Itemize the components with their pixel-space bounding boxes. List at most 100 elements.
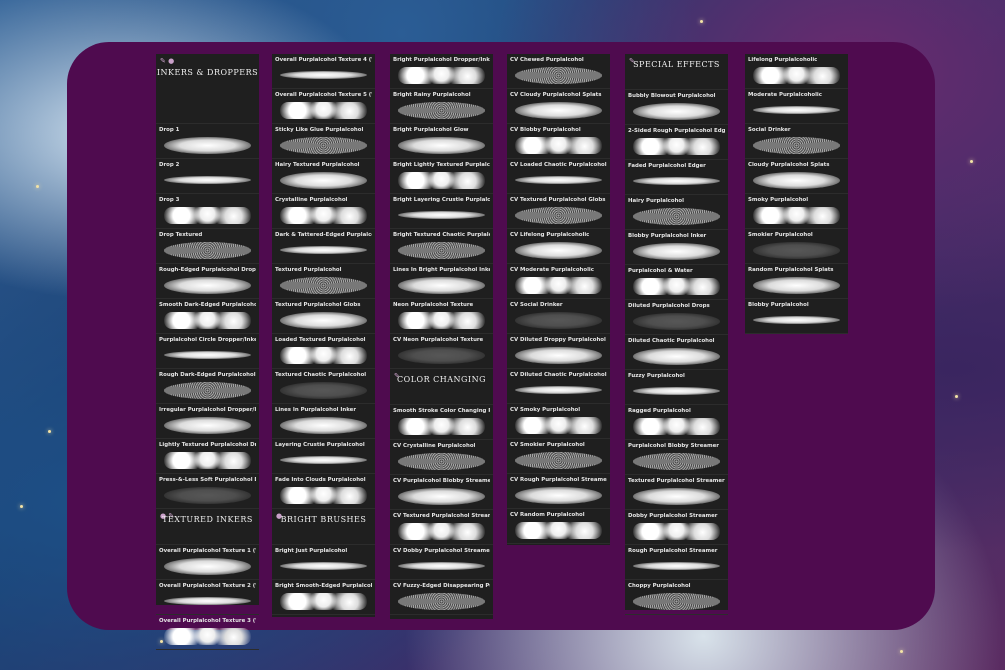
brush-tile[interactable]: Drop 1 (156, 124, 259, 159)
brush-stroke-preview (398, 453, 485, 470)
brush-tile[interactable]: Bright Textured Chaotic Purplalcohol (390, 229, 493, 264)
brush-stroke-preview (164, 558, 251, 575)
brush-tile[interactable]: Layering Crustie Purplalcohol (272, 439, 375, 474)
brush-tile[interactable]: CV Loaded Chaotic Purplalcohol (507, 159, 610, 194)
brush-tile[interactable]: CV Blobby Purplalcohol (507, 124, 610, 159)
brush-tile[interactable]: Overall Purplalcohol Texture 2 (White) (156, 580, 259, 615)
brush-tile[interactable]: Smooth Stroke Color Changing Purplalcoho… (390, 405, 493, 440)
brush-tile[interactable]: CV Crystalline Purplalcohol (390, 440, 493, 475)
brush-tile[interactable]: Bright Purplalcohol Dropper/Inker (390, 54, 493, 89)
brush-tile[interactable]: CV Moderate Purplalcoholic (507, 264, 610, 299)
brush-stroke-preview (753, 106, 840, 114)
brush-tile[interactable]: Dobby Purplalcohol Streamer (625, 510, 728, 545)
brush-name: CV Fuzzy-Edged Disappearing Purplalcohol (393, 583, 490, 589)
brush-tile[interactable]: Overall Purplalcohol Texture 1 (White) (156, 545, 259, 580)
brush-tile[interactable]: CV Social Drinker (507, 299, 610, 334)
brush-tile[interactable]: Bright Smooth-Edged Purplalcohol Dropper (272, 580, 375, 615)
brush-tile[interactable]: Textured Chaotic Purplalcohol (272, 369, 375, 404)
brush-tile[interactable]: Smoky Purplalcohol (745, 194, 848, 229)
brush-tile[interactable]: Textured Purplalcohol (272, 264, 375, 299)
brush-tile[interactable]: Blobby Purplalcohol (745, 299, 848, 334)
brush-tile[interactable]: Moderate Purplalcoholic (745, 89, 848, 124)
brush-tile[interactable]: Crystalline Purplalcohol (272, 194, 375, 229)
brush-tile[interactable]: CV Random Purplalcohol (507, 509, 610, 544)
brush-tile[interactable]: Bubbly Blowout Purplalcohol (625, 90, 728, 125)
brush-tile[interactable]: Cloudy Purplalcohol Splats (745, 159, 848, 194)
brush-name: Textured Purplalcohol Globs (275, 302, 361, 308)
brush-tile[interactable]: Drop 2 (156, 159, 259, 194)
brush-tile[interactable]: Overall Purplalcohol Texture 4 (White) (272, 54, 375, 89)
brush-tile[interactable]: Purplalcohol Blobby Streamer (625, 440, 728, 475)
brush-tile[interactable]: Hairy Purplalcohol (625, 195, 728, 230)
brush-tile[interactable]: Irregular Purplalcohol Dropper/Inker (156, 404, 259, 439)
brush-name: Bright Textured Chaotic Purplalcohol (393, 232, 490, 238)
brush-stroke-preview (164, 382, 251, 399)
brush-name: Faded Purplalcohol Edger (628, 163, 706, 169)
brush-tile[interactable]: CV Cloudy Purplalcohol Splats (507, 89, 610, 124)
brush-tile[interactable]: Loaded Textured Purplalcohol (272, 334, 375, 369)
brush-tile[interactable]: Textured Purplalcohol Streamer (625, 475, 728, 510)
brush-tile[interactable]: Textured Purplalcohol Globs (272, 299, 375, 334)
brush-stroke-preview (280, 487, 367, 504)
brush-tile[interactable]: Smooth Dark-Edged Purplalcohol Dropper/I… (156, 299, 259, 334)
brush-tile[interactable]: Drop 3 (156, 194, 259, 229)
brush-tile[interactable]: Sticky Like Glue Purplalcohol (272, 124, 375, 159)
brush-tile[interactable]: CV Diluted Droppy Purplalcohol (507, 334, 610, 369)
brush-tile[interactable]: Hairy Textured Purplalcohol (272, 159, 375, 194)
brush-tile[interactable]: Diluted Chaotic Purplalcohol (625, 335, 728, 370)
brush-tile[interactable]: Lifelong Purplalcoholic (745, 54, 848, 89)
brush-tile[interactable]: Rough-Edged Purplalcohol Dropper/Inker (156, 264, 259, 299)
brush-tile[interactable]: CV Diluted Chaotic Purplalcohol (507, 369, 610, 404)
brush-tile[interactable]: CV Textured Purplalcohol Streamer (390, 510, 493, 545)
brush-tile[interactable]: Rough Purplalcohol Streamer (625, 545, 728, 580)
brush-tile[interactable]: Overall Purplalcohol Texture 3 (White) (156, 615, 259, 650)
brush-tile[interactable]: Blobby Purplalcohol Inker (625, 230, 728, 265)
brush-tile[interactable]: Purplalcohol Circle Dropper/Inker (156, 334, 259, 369)
brush-tile[interactable]: CV Dobby Purplalcohol Streamer (390, 545, 493, 580)
brush-tile[interactable]: CV Chewed Purplalcohol (507, 54, 610, 89)
brush-tile[interactable]: CV Smoky Purplalcohol (507, 404, 610, 439)
brush-tile[interactable]: Bright Layering Crustie Purplalcohol (390, 194, 493, 229)
brush-tile[interactable]: CV Smokier Purplalcohol (507, 439, 610, 474)
brush-tile[interactable]: Social Drinker (745, 124, 848, 159)
brush-column-2: Overall Purplalcohol Texture 4 (White) Ov… (272, 54, 375, 617)
section-header: ✎ ● INKERS & DROPPERS (156, 54, 259, 124)
brush-tile[interactable]: Bright Rainy Purplalcohol (390, 89, 493, 124)
brush-tile[interactable]: Drop Textured (156, 229, 259, 264)
brush-tile[interactable]: 2-Sided Rough Purplalcohol Edger (625, 125, 728, 160)
brush-name: Bright Layering Crustie Purplalcohol (393, 197, 490, 203)
brush-tile[interactable]: Faded Purplalcohol Edger (625, 160, 728, 195)
brush-tile[interactable]: Neon Purplalcohol Texture (390, 299, 493, 334)
brush-tile[interactable]: Lines In Bright Purplalcohol Inker (390, 264, 493, 299)
brush-dropper-icon: ✎ ● (160, 57, 175, 65)
brush-tile[interactable]: Lines In Purplalcohol Inker (272, 404, 375, 439)
brush-tile[interactable]: Press-&-Less Soft Purplalcohol Dropper/I… (156, 474, 259, 509)
brush-tile[interactable]: Bright Just Purplalcohol (272, 545, 375, 580)
brush-tile[interactable]: Fade Into Clouds Purplalcohol (272, 474, 375, 509)
brush-name: CV Dobby Purplalcohol Streamer (393, 548, 490, 554)
brush-tile[interactable]: CV Rough Purplalcohol Streamer (507, 474, 610, 509)
brush-stroke-preview (398, 593, 485, 610)
brush-tile[interactable]: CV Textured Purplalcohol Globs (507, 194, 610, 229)
brush-tile[interactable]: Diluted Purplalcohol Drops (625, 300, 728, 335)
brush-tile[interactable]: Dark & Tattered-Edged Purplalcohol (272, 229, 375, 264)
brush-tile[interactable]: Purplalcohol & Water (625, 265, 728, 300)
brush-tile[interactable]: CV Fuzzy-Edged Disappearing Purplalcohol (390, 580, 493, 615)
brush-tile[interactable]: Rough Dark-Edged Purplalcohol Dropper/In… (156, 369, 259, 404)
brush-tile[interactable]: Choppy Purplalcohol (625, 580, 728, 615)
brush-tile[interactable]: Bright Purplalcohol Glow (390, 124, 493, 159)
brush-name: Purplalcohol Circle Dropper/Inker (159, 337, 256, 343)
brush-tile[interactable]: Random Purplalcohol Splats (745, 264, 848, 299)
brush-name: Smooth Stroke Color Changing Purplalcoho… (393, 408, 490, 414)
brush-tile[interactable]: Smokier Purplalcohol (745, 229, 848, 264)
brush-tile[interactable]: CV Neon Purplalcohol Texture (390, 334, 493, 369)
brush-name: Textured Purplalcohol Streamer (628, 478, 725, 484)
brush-tile[interactable]: CV Purplalcohol Blobby Streamer (390, 475, 493, 510)
brush-tile[interactable]: CV Lifelong Purplalcoholic (507, 229, 610, 264)
brush-tile[interactable]: Overall Purplalcohol Texture 5 (White) (272, 89, 375, 124)
brush-tile[interactable]: Fuzzy Purplalcohol (625, 370, 728, 405)
brush-tile[interactable]: Bright Lightly Textured Purplalcohol Dro… (390, 159, 493, 194)
brush-tile[interactable]: Ragged Purplalcohol (625, 405, 728, 440)
brush-name: CV Diluted Chaotic Purplalcohol (510, 372, 607, 378)
brush-tile[interactable]: Lightly Textured Purplalcohol Dropper/In… (156, 439, 259, 474)
